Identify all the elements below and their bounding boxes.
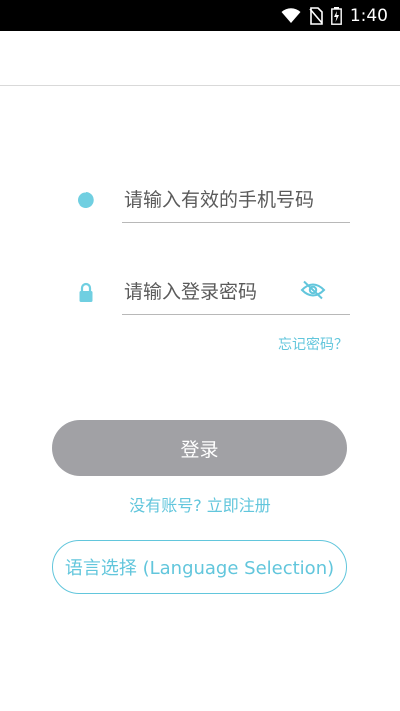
forgot-password-link[interactable]: 忘记密码？ [278, 334, 348, 354]
phone-underline [122, 222, 350, 223]
phone-input[interactable] [122, 176, 354, 224]
phone-icon [76, 190, 96, 210]
clock-time: 1:40 [349, 5, 388, 26]
lock-icon [76, 282, 96, 302]
password-underline [122, 314, 350, 315]
wifi-icon [281, 7, 301, 24]
status-bar: 1:40 [0, 0, 400, 31]
hide-password-icon[interactable] [300, 280, 326, 300]
language-selection-button[interactable]: 语言选择 (Language Selection) [52, 540, 347, 594]
no-sim-icon [309, 6, 323, 25]
app-bar [0, 31, 400, 86]
password-row [0, 268, 400, 324]
login-button[interactable]: 登录 [52, 420, 347, 476]
register-link[interactable]: 没有账号? 立即注册 [0, 492, 400, 516]
phone-row [0, 176, 400, 232]
battery-charging-icon [330, 6, 342, 25]
